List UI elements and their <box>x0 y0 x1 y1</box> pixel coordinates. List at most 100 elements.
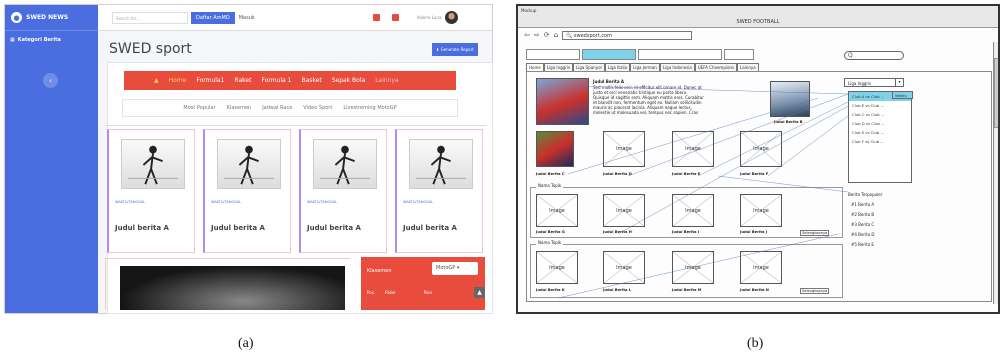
image-placeholder[interactable]: Image <box>672 194 714 227</box>
generate-report-button[interactable]: ⬇ Generate Report <box>432 43 478 56</box>
image-label: Image <box>753 264 769 271</box>
news-label[interactable]: Judul Berita N <box>740 288 769 292</box>
match-item[interactable]: Club C vs Club ... <box>849 110 911 119</box>
image-placeholder[interactable]: Image <box>536 194 578 227</box>
news-label[interactable]: Judul Berita F <box>740 172 768 176</box>
col-rider: Rider <box>385 290 396 295</box>
header-tab[interactable] <box>724 49 754 60</box>
news-label[interactable]: Judul Berita D <box>603 172 632 176</box>
nav-item-lainnya[interactable]: Lainnya <box>375 77 399 84</box>
news-card[interactable]: WAKTU/TANGGAL Judul berita A <box>203 129 291 253</box>
home-icon[interactable]: ⌂ <box>554 31 558 39</box>
image-placeholder[interactable]: Image <box>536 251 578 284</box>
news-label[interactable]: Judul Berita K <box>536 288 565 292</box>
scrollbar-thumb[interactable] <box>994 58 998 128</box>
news-label[interactable]: Judul Berita E <box>672 172 700 176</box>
news-headline[interactable]: Judul berita A <box>115 224 169 232</box>
main-news-photo[interactable] <box>536 78 589 125</box>
login-link[interactable]: Masuk <box>239 15 255 21</box>
image-placeholder[interactable]: Image <box>740 251 782 284</box>
header-tab-active[interactable] <box>582 49 636 60</box>
more-link[interactable]: Selengkapnya <box>800 230 830 236</box>
subnav-jadwal-race[interactable]: Jadwal Race <box>262 105 292 111</box>
messages-icon[interactable] <box>391 14 399 21</box>
alerts-icon[interactable] <box>372 14 380 21</box>
subnav-most-popular[interactable]: Most Popular <box>183 105 215 111</box>
subnav-klasemen[interactable]: Klasemen <box>227 105 252 111</box>
search-input[interactable]: Search for... <box>112 11 188 24</box>
brand[interactable]: ● SWED NEWS <box>5 5 98 31</box>
scroll-top-button[interactable]: ▲ <box>474 287 485 298</box>
news-label[interactable]: Judul Berita I <box>672 230 699 234</box>
register-button[interactable]: Daftar AmMD <box>191 11 235 24</box>
news-label[interactable]: Judul Berita H <box>603 230 632 234</box>
subnav-video-sport[interactable]: Video Sport <box>303 105 332 111</box>
image-placeholder[interactable]: Image <box>672 131 714 167</box>
caption-b: (b) <box>747 336 764 351</box>
header-tab[interactable] <box>638 49 722 60</box>
match-list: Club A vs Club ... Club E vs Club ... Cl… <box>848 91 912 183</box>
popular-item[interactable]: #4 Berita D <box>851 232 875 237</box>
news-image <box>409 139 473 189</box>
image-label: Image <box>616 146 632 152</box>
news-card[interactable]: WAKTU/TANGGAL Judul berita A <box>107 129 195 253</box>
avatar[interactable] <box>445 11 459 24</box>
popular-item[interactable]: #5 Berita E <box>851 242 874 247</box>
news-label[interactable]: Judul Berita G <box>536 230 565 234</box>
forward-icon[interactable]: ⇨ <box>534 31 540 39</box>
news-card[interactable]: WAKTU/TANGGAL Judul berita A <box>299 129 387 253</box>
match-item[interactable]: Club S vs Club ... <box>849 128 911 137</box>
news-label[interactable]: Judul Berita M <box>672 288 701 292</box>
sidebar-toggle-button[interactable]: ‹ <box>43 73 58 88</box>
popular-item[interactable]: #3 Berita C <box>851 222 874 227</box>
match-item[interactable]: Club D vs Club ... <box>849 119 911 128</box>
caption-a: (a) <box>238 336 254 351</box>
news-b-photo[interactable] <box>770 81 810 117</box>
user-name[interactable]: Valerie Luna <box>417 15 442 20</box>
main-headline[interactable]: Judul Berita A <box>593 79 624 84</box>
news-card-list: WAKTU/TANGGAL Judul berita A WAKTU/TANGG… <box>105 125 487 257</box>
back-icon[interactable]: ⇦ <box>524 31 530 39</box>
news-label[interactable]: Judul Berita B <box>774 120 803 124</box>
nav-item-raket[interactable]: Raket <box>234 77 251 84</box>
featured-image[interactable] <box>120 266 345 310</box>
search-input[interactable]: Q <box>844 51 904 60</box>
url-field[interactable]: 🔍 swedsport.com <box>562 30 693 40</box>
news-headline[interactable]: Judul berita A <box>211 224 265 232</box>
subnav-livestreaming[interactable]: Livestreming MotoGP <box>343 105 396 111</box>
image-placeholder[interactable]: Image <box>603 194 645 227</box>
sidebar-item-kategori[interactable]: ▦ Kategori Berita <box>5 31 98 49</box>
league-dropdown[interactable]: Liga Inggris ▾ <box>844 78 904 87</box>
popular-item[interactable]: #1 Berita A <box>851 202 874 207</box>
nav-item-sepak-bola[interactable]: Sepak Bola <box>332 77 366 84</box>
image-placeholder[interactable]: Image <box>740 131 782 167</box>
nav-item-formula-1[interactable]: Formula 1 <box>261 77 291 84</box>
klasemen-select[interactable]: MotoGP ▾ <box>432 262 478 275</box>
popular-item[interactable]: #2 Berita B <box>851 212 874 217</box>
match-time-link[interactable]: Waktu <box>892 91 913 99</box>
image-placeholder[interactable]: Image <box>603 251 645 284</box>
more-link[interactable]: Selengkapnya <box>800 288 830 294</box>
news-label[interactable]: Judul Berita L <box>603 288 631 292</box>
image-placeholder[interactable]: Image <box>603 131 645 167</box>
match-item[interactable]: Club E vs Club ... <box>849 101 911 110</box>
news-headline[interactable]: Judul berita A <box>403 224 457 232</box>
news-headline[interactable]: Judul berita A <box>307 224 361 232</box>
news-label[interactable]: Judul Berita J <box>740 230 767 234</box>
news-c-photo[interactable] <box>536 131 574 167</box>
nav-item-basket[interactable]: Basket <box>301 77 321 84</box>
news-time: WAKTU/TANGGAL <box>211 200 242 204</box>
image-placeholder[interactable]: Image <box>740 194 782 227</box>
match-item[interactable]: Club F vs Club ... <box>849 137 911 146</box>
category-nav: ▲ Home Formula1 Raket Formula 1 Basket S… <box>124 71 456 90</box>
image-placeholder[interactable]: Image <box>672 251 714 284</box>
col-pos: Pos. <box>367 290 376 295</box>
news-label[interactable]: Judul Berita C <box>536 172 564 176</box>
header-tabs <box>526 49 754 60</box>
nav-item-formula1[interactable]: Formula1 <box>196 77 224 84</box>
home-icon: ▲ <box>154 77 159 84</box>
news-card[interactable]: WAKTU/TANGGAL Judul berita A <box>395 129 483 253</box>
header-tab[interactable] <box>526 49 580 60</box>
nav-item-home[interactable]: Home <box>169 77 187 84</box>
refresh-icon[interactable]: ⟳ <box>544 31 550 39</box>
